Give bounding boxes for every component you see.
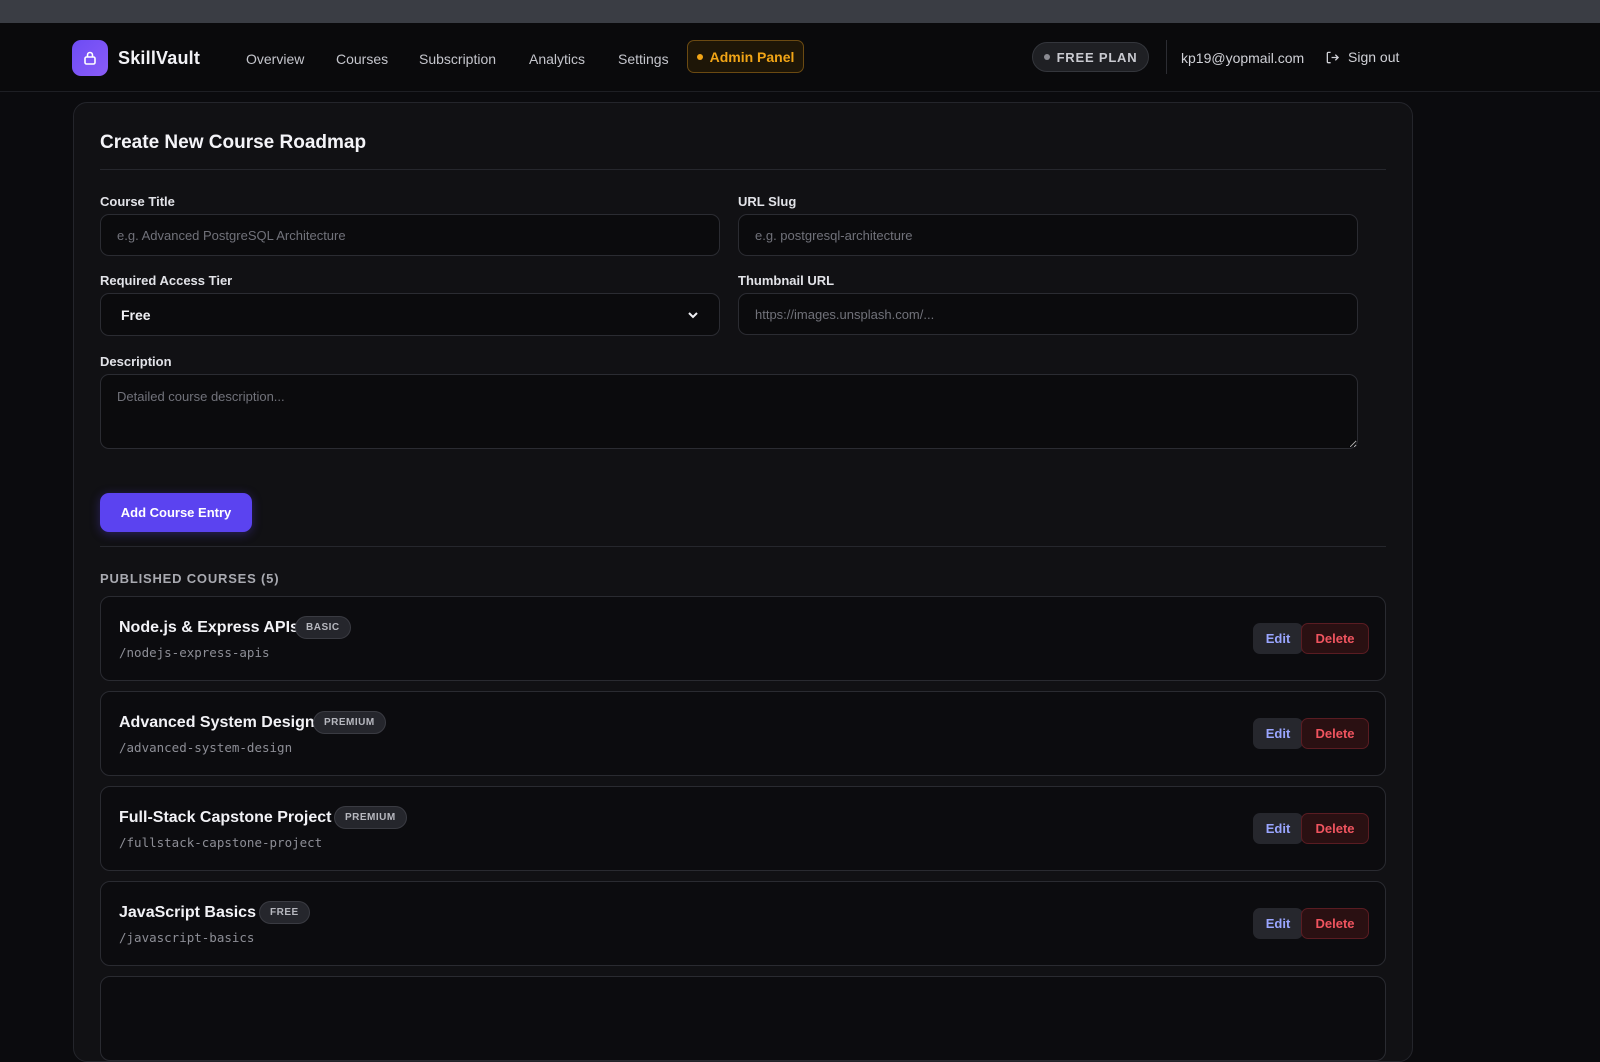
chevron-down-icon xyxy=(688,311,698,318)
course-row: JavaScript Basics FREE /javascript-basic… xyxy=(100,881,1386,966)
course-roadmap-card: Create New Course Roadmap Course Title U… xyxy=(73,102,1413,1062)
top-navbar: SkillVault Overview Courses Subscription… xyxy=(0,23,1600,92)
course-slug: /advanced-system-design xyxy=(119,740,293,755)
delete-button[interactable]: Delete xyxy=(1301,718,1369,749)
plan-dot-icon xyxy=(1043,54,1050,60)
course-name: JavaScript Basics xyxy=(119,904,256,921)
access-tier-value: Free xyxy=(121,306,151,323)
nav-overview[interactable]: Overview xyxy=(246,51,304,67)
plan-label: FREE PLAN xyxy=(1056,49,1138,65)
edit-button[interactable]: Edit xyxy=(1253,908,1303,939)
lock-icon xyxy=(84,51,96,65)
admin-dot-icon xyxy=(696,53,703,60)
thumbnail-url-input[interactable] xyxy=(738,293,1358,335)
section-divider xyxy=(100,546,1386,547)
course-row: Full-Stack Capstone Project PREMIUM /ful… xyxy=(100,786,1386,871)
course-name: Advanced System Design xyxy=(119,714,315,731)
description-label: Description xyxy=(100,354,172,369)
thumbnail-url-label: Thumbnail URL xyxy=(738,273,835,288)
nav-courses[interactable]: Courses xyxy=(336,51,388,67)
course-name: Full-Stack Capstone Project xyxy=(119,809,332,826)
nav-divider xyxy=(1166,40,1167,74)
course-slug: /nodejs-express-apis xyxy=(119,645,270,660)
course-row: Advanced System Design PREMIUM /advanced… xyxy=(100,691,1386,776)
browser-top-strip xyxy=(0,0,1600,23)
description-textarea[interactable] xyxy=(100,374,1358,449)
delete-button[interactable]: Delete xyxy=(1301,623,1369,654)
course-row: Node.js & Express APIs BASIC /nodejs-exp… xyxy=(100,596,1386,681)
tier-badge: PREMIUM xyxy=(334,806,407,829)
admin-panel-label: Admin Panel xyxy=(709,48,795,65)
access-tier-label: Required Access Tier xyxy=(100,273,233,288)
course-slug: /fullstack-capstone-project xyxy=(119,835,323,850)
nav-analytics[interactable]: Analytics xyxy=(529,51,585,67)
add-course-entry-button[interactable]: Add Course Entry xyxy=(100,493,252,532)
nav-subscription[interactable]: Subscription xyxy=(419,51,496,67)
nav-admin-panel[interactable]: Admin Panel xyxy=(687,40,804,73)
edit-button[interactable]: Edit xyxy=(1253,718,1303,749)
course-title-label: Course Title xyxy=(100,194,175,209)
course-row-partial xyxy=(100,976,1386,1061)
course-title-input[interactable] xyxy=(100,214,720,256)
url-slug-label: URL Slug xyxy=(738,194,797,209)
sign-out-icon xyxy=(1326,51,1340,63)
title-divider xyxy=(100,169,1386,170)
plan-badge: FREE PLAN xyxy=(1032,42,1149,72)
user-email: kp19@yopmail.com xyxy=(1181,50,1305,66)
course-name: Node.js & Express APIs xyxy=(119,619,299,636)
nav-settings[interactable]: Settings xyxy=(618,51,669,67)
delete-button[interactable]: Delete xyxy=(1301,813,1369,844)
brand-logo[interactable] xyxy=(72,40,108,76)
sign-out-label: Sign out xyxy=(1348,49,1400,65)
edit-button[interactable]: Edit xyxy=(1253,623,1303,654)
form-title: Create New Course Roadmap xyxy=(100,132,367,153)
tier-badge: FREE xyxy=(259,901,310,924)
tier-badge: PREMIUM xyxy=(313,711,386,734)
access-tier-select[interactable]: Free xyxy=(100,293,720,336)
tier-badge: BASIC xyxy=(295,616,351,639)
sign-out-button[interactable]: Sign out xyxy=(1325,49,1399,65)
edit-button[interactable]: Edit xyxy=(1253,813,1303,844)
url-slug-input[interactable] xyxy=(738,214,1358,256)
delete-button[interactable]: Delete xyxy=(1301,908,1369,939)
brand-name[interactable]: SkillVault xyxy=(118,48,200,69)
published-courses-heading: PUBLISHED COURSES (5) xyxy=(100,571,280,586)
course-slug: /javascript-basics xyxy=(119,930,255,945)
